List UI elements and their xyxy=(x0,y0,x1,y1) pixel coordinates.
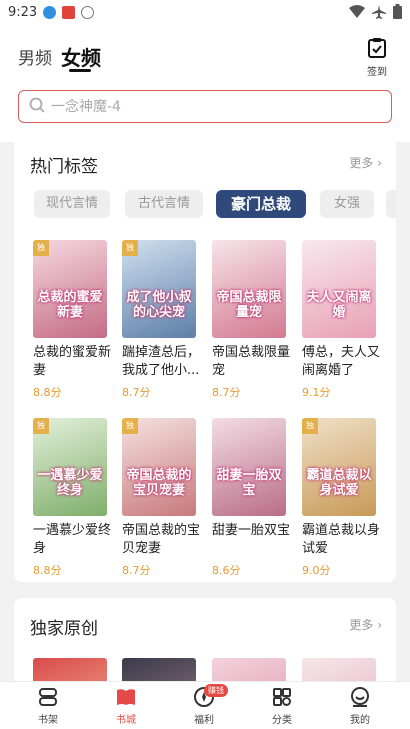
book-card[interactable]: 帝国总裁限量宠 帝国总裁限量宠 8.7分 xyxy=(212,240,290,400)
profile-icon xyxy=(349,686,371,708)
nav-label: 分类 xyxy=(272,715,292,726)
top-header: 男频 女频 签到 xyxy=(0,24,410,142)
category-icon xyxy=(271,686,293,708)
hot-tags-more-link[interactable]: 更多 › xyxy=(349,154,382,171)
exclusive-more-link[interactable]: 更多 › xyxy=(349,616,382,633)
book-cover-title: 帝国总裁限量宠 xyxy=(216,290,282,320)
active-tab-indicator xyxy=(69,69,91,72)
book-title: 踹掉渣总后，我成了他小... xyxy=(122,345,201,378)
nav-bookshelf[interactable]: 书架 xyxy=(18,686,78,726)
checkin-label: 签到 xyxy=(367,67,387,78)
app-notification-icon xyxy=(62,5,76,19)
book-title: 帝国总裁的宝贝宠妻 xyxy=(122,523,201,556)
book-cover-title: 成了他小叔的心尖宠 xyxy=(126,290,192,320)
bookstore-icon xyxy=(115,686,137,708)
book-cover-title: 一遇慕少爱终身 xyxy=(37,468,103,498)
book-cover-title: 夫人又闹离婚 xyxy=(306,290,372,320)
checkin-icon xyxy=(368,38,386,62)
battery-icon xyxy=(393,4,402,23)
bottom-navigation: 书架 书城 赚钱 福利 分类 我的 xyxy=(0,681,410,729)
nav-label: 书架 xyxy=(38,715,58,726)
book-cover: 独霸道总裁以身试爱 xyxy=(302,418,376,516)
book-cover: 帝国总裁限量宠 xyxy=(212,240,286,338)
book-title: 甜妻一胎双宝 xyxy=(212,523,291,538)
book-cover-title: 总裁的蜜爱新妻 xyxy=(37,290,103,320)
book-score: 8.7分 xyxy=(122,386,151,399)
download-notification-icon xyxy=(43,5,57,19)
book-cover: 独一遇慕少爱终身 xyxy=(33,418,107,516)
book-title: 总裁的蜜爱新妻 xyxy=(33,345,112,378)
book-title: 一遇慕少爱终身 xyxy=(33,523,112,556)
tag-rich-ceo[interactable]: 豪门总裁 xyxy=(216,190,306,218)
book-title: 帝国总裁限量宠 xyxy=(212,345,291,378)
book-title: 霸道总裁以身试爱 xyxy=(302,523,381,556)
book-cover-title: 帝国总裁的宝贝宠妻 xyxy=(126,468,192,498)
book-cover-title: 甜妻一胎双宝 xyxy=(216,468,282,498)
book-score: 8.8分 xyxy=(33,386,62,399)
checkin-button[interactable]: 签到 xyxy=(362,38,392,78)
nav-label: 福利 xyxy=(194,715,214,726)
book-card[interactable]: 独帝国总裁的宝贝宠妻 帝国总裁的宝贝宠妻 8.7分 xyxy=(122,418,200,578)
exclusive-tag-icon: 独 xyxy=(33,418,49,434)
airplane-mode-icon xyxy=(372,4,386,23)
book-score: 8.7分 xyxy=(122,564,151,577)
chevron-right-icon: › xyxy=(377,618,382,632)
section-title-hot-tags: 热门标签 xyxy=(30,157,98,177)
book-card[interactable]: 独成了他小叔的心尖宠 踹掉渣总后，我成了他小... 8.7分 xyxy=(122,240,200,400)
book-cover-title: 霸道总裁以身试爱 xyxy=(306,468,372,498)
book-cover: 独总裁的蜜爱新妻 xyxy=(33,240,107,338)
tag-strong-female[interactable]: 女强 xyxy=(320,190,374,218)
chevron-right-icon: › xyxy=(377,156,382,170)
nav-bookstore[interactable]: 书城 xyxy=(96,686,156,726)
exclusive-tag-icon: 独 xyxy=(33,240,49,256)
search-icon xyxy=(29,97,45,117)
tab-male-channel[interactable]: 男频 xyxy=(18,44,52,69)
status-time: 9:23 xyxy=(8,4,38,20)
tag-modern-romance[interactable]: 现代言情 xyxy=(34,190,110,218)
bookshelf-icon xyxy=(37,686,59,708)
exclusive-tag-icon: 独 xyxy=(302,418,318,434)
book-score: 9.0分 xyxy=(302,564,331,577)
nav-profile[interactable]: 我的 xyxy=(330,686,390,726)
status-bar: 9:23 xyxy=(0,0,410,24)
more-label: 更多 xyxy=(349,156,374,170)
book-card[interactable]: 独霸道总裁以身试爱 霸道总裁以身试爱 9.0分 xyxy=(302,418,380,578)
book-score: 8.8分 xyxy=(33,564,62,577)
book-score: 8.6分 xyxy=(212,564,241,577)
tag-overflow xyxy=(386,190,396,218)
book-title: 傅总，夫人又闹离婚了 xyxy=(302,345,381,378)
nav-category[interactable]: 分类 xyxy=(252,686,312,726)
book-score: 8.7分 xyxy=(212,386,241,399)
nav-label: 我的 xyxy=(350,715,370,726)
welfare-badge: 赚钱 xyxy=(204,684,228,697)
nav-label: 书城 xyxy=(116,715,136,726)
book-score: 9.1分 xyxy=(302,386,331,399)
tag-list: 现代言情 古代言情 豪门总裁 女强 xyxy=(20,190,396,218)
book-cover: 甜妻一胎双宝 xyxy=(212,418,286,516)
nav-welfare[interactable]: 赚钱 福利 xyxy=(174,684,234,726)
info-notification-icon xyxy=(81,5,95,19)
book-cover: 独帝国总裁的宝贝宠妻 xyxy=(122,418,196,516)
book-cover: 夫人又闹离婚 xyxy=(302,240,376,338)
exclusive-tag-icon: 独 xyxy=(122,240,138,256)
tag-ancient-romance[interactable]: 古代言情 xyxy=(125,190,203,218)
book-card[interactable]: 独总裁的蜜爱新妻 总裁的蜜爱新妻 8.8分 xyxy=(33,240,111,400)
section-title-exclusive: 独家原创 xyxy=(30,619,98,639)
tab-female-channel[interactable]: 女频 xyxy=(61,42,101,71)
wifi-icon xyxy=(349,4,365,23)
search-input[interactable] xyxy=(51,98,351,115)
more-label: 更多 xyxy=(349,618,374,632)
exclusive-tag-icon: 独 xyxy=(122,418,138,434)
book-card[interactable]: 独一遇慕少爱终身 一遇慕少爱终身 8.8分 xyxy=(33,418,111,578)
book-cover: 独成了他小叔的心尖宠 xyxy=(122,240,196,338)
search-box[interactable] xyxy=(18,90,392,123)
book-card[interactable]: 甜妻一胎双宝 甜妻一胎双宝 8.6分 xyxy=(212,418,290,578)
book-card[interactable]: 夫人又闹离婚 傅总，夫人又闹离婚了 9.1分 xyxy=(302,240,380,400)
